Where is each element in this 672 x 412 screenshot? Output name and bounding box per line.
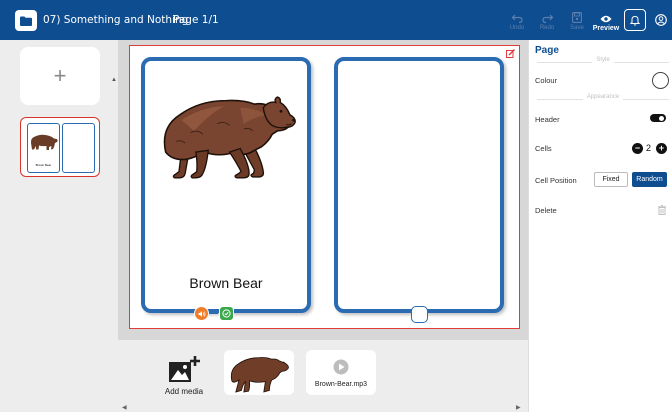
save-icon: [572, 12, 582, 23]
appearance-section-label: Appearance: [582, 94, 624, 100]
bear-image-media: [230, 357, 289, 393]
card-empty[interactable]: [334, 57, 504, 313]
properties-panel: Page Style Colour Appearance Header Cell…: [528, 40, 672, 412]
bear-image-small: [30, 134, 58, 150]
media-image-bear[interactable]: [224, 350, 294, 395]
plus-icon: +: [53, 63, 67, 88]
page-canvas[interactable]: Brown Bear: [129, 45, 520, 329]
random-button[interactable]: Random: [632, 172, 667, 187]
thumbnail-card-right: [62, 123, 95, 173]
colour-picker[interactable]: [652, 72, 669, 89]
user-icon: [655, 14, 667, 26]
style-section-label: Style: [592, 57, 614, 63]
media-strip: Add media Brown-Bear.mp3: [118, 340, 528, 412]
trash-icon[interactable]: [658, 205, 666, 215]
appearance-section-divider: Appearance: [537, 94, 669, 104]
cells-value: 2: [646, 143, 652, 153]
empty-card-handle[interactable]: [411, 306, 428, 323]
page-thumbnail[interactable]: Brown Bear: [20, 117, 100, 177]
cell-position-label: Cell Position: [535, 176, 577, 185]
pages-sidebar: ▲ + Brown Bear: [0, 40, 118, 412]
thumbnail-card-left: Brown Bear: [27, 123, 60, 173]
brown-bear-image: [163, 96, 296, 179]
audio-file-name: Brown-Bear.mp3: [314, 381, 368, 388]
add-page-button[interactable]: +: [20, 47, 100, 105]
preview-label: Preview: [592, 25, 620, 32]
scroll-up-arrow[interactable]: ▲: [111, 77, 117, 83]
save-button[interactable]: Save: [565, 10, 589, 34]
cells-decrement-button[interactable]: −: [632, 143, 643, 154]
page-indicator: Page 1/1: [173, 14, 219, 26]
plus-icon: +: [658, 143, 665, 153]
add-media-label: Add media: [164, 387, 204, 396]
canvas-area: Brown Bear: [118, 40, 528, 340]
account-button[interactable]: [650, 9, 672, 31]
delete-label: Delete: [535, 206, 557, 215]
card-label: Brown Bear: [189, 275, 263, 291]
scroll-right-arrow[interactable]: ▶: [516, 404, 521, 411]
card-brown-bear[interactable]: Brown Bear: [141, 57, 311, 313]
speaker-icon: [198, 310, 205, 317]
cells-increment-button[interactable]: +: [656, 143, 667, 154]
media-audio-file[interactable]: Brown-Bear.mp3: [306, 350, 376, 395]
fixed-button[interactable]: Fixed: [594, 172, 628, 187]
folder-icon: [20, 16, 32, 26]
eye-icon: [600, 15, 612, 23]
check-icon: [222, 309, 231, 318]
undo-icon: [511, 14, 523, 24]
cells-label: Cells: [535, 144, 552, 153]
colour-label: Colour: [535, 76, 558, 85]
redo-icon: [541, 14, 553, 24]
notifications-button[interactable]: [624, 9, 646, 31]
undo-button[interactable]: Undo: [505, 10, 529, 34]
add-media-button[interactable]: Add media: [158, 355, 210, 400]
folder-button[interactable]: [15, 10, 37, 31]
thumbnail-label: Brown Bear: [35, 163, 52, 167]
badge-connector: [209, 312, 218, 314]
top-bar: 07) Something and Nothing Page 1/1 Undo …: [0, 0, 672, 40]
play-icon: [333, 359, 349, 375]
header-toggle[interactable]: [650, 114, 666, 122]
scroll-left-arrow[interactable]: ◀: [122, 404, 127, 411]
header-label: Header: [535, 115, 560, 124]
edit-icon[interactable]: [506, 49, 515, 58]
project-title: 07) Something and Nothing: [43, 14, 189, 26]
add-media-icon: [169, 356, 200, 382]
minus-icon: −: [634, 143, 641, 153]
style-section-divider: Style: [537, 57, 669, 67]
check-badge[interactable]: [219, 306, 234, 321]
redo-button[interactable]: Redo: [535, 10, 559, 34]
preview-button[interactable]: Preview: [593, 10, 619, 34]
panel-title: Page: [535, 45, 559, 56]
bell-icon: [630, 15, 640, 26]
audio-badge[interactable]: [194, 306, 209, 321]
